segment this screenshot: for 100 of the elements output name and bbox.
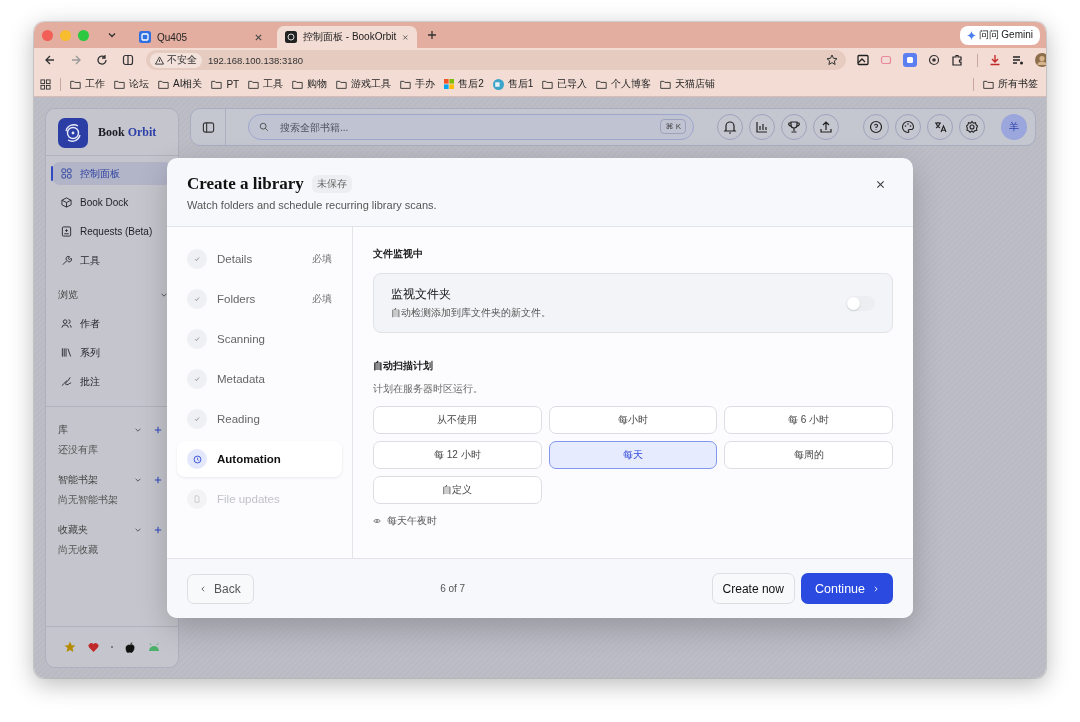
- chevron-down-icon[interactable]: [160, 291, 168, 299]
- apple-icon[interactable]: [125, 641, 136, 653]
- close-icon[interactable]: [254, 32, 263, 42]
- step-item[interactable]: Folders 必填: [177, 281, 342, 317]
- browser-tab[interactable]: 控制面板 - BookOrbit: [277, 26, 417, 48]
- tiles-icon: [444, 79, 455, 89]
- apps-icon[interactable]: [40, 78, 51, 90]
- folder-icon: [158, 79, 169, 89]
- nav-item[interactable]: Requests (Beta): [52, 220, 172, 243]
- puzzle-icon[interactable]: [951, 54, 963, 66]
- nav-item[interactable]: 工具: [52, 249, 172, 272]
- back-button[interactable]: Back: [187, 573, 254, 604]
- back-icon[interactable]: [44, 54, 56, 66]
- folder-icon: [596, 79, 608, 89]
- folder-icon: [114, 79, 125, 89]
- extension-icon[interactable]: [928, 54, 940, 66]
- add-icon[interactable]: [154, 476, 162, 484]
- bookmark[interactable]: PT: [211, 78, 240, 90]
- step-item[interactable]: Details 必填: [177, 241, 342, 277]
- add-icon[interactable]: [154, 526, 162, 534]
- status-badge: 未保存: [311, 175, 352, 193]
- section-title: 浏览: [58, 288, 78, 302]
- bookmark[interactable]: 售后2: [444, 77, 484, 91]
- reload-icon[interactable]: [96, 54, 108, 66]
- upload-icon[interactable]: [813, 114, 839, 140]
- all-bookmarks[interactable]: 所有书签: [983, 77, 1038, 91]
- bar-chart-icon[interactable]: [749, 114, 775, 140]
- schedule-option[interactable]: 每小时: [548, 406, 718, 434]
- schedule-option[interactable]: 从不使用: [373, 406, 542, 434]
- bookmark[interactable]: 已导入: [542, 77, 588, 91]
- bookmark[interactable]: 游戏工具: [336, 77, 392, 91]
- dialog-title: Create a library: [187, 174, 304, 194]
- schedule-option[interactable]: 自定义: [373, 476, 542, 504]
- bookmark[interactable]: 手办: [400, 77, 436, 91]
- translate-icon[interactable]: [927, 114, 953, 140]
- bookmark[interactable]: 工具: [248, 77, 284, 91]
- schedule-option[interactable]: 每 6 小时: [724, 406, 893, 434]
- url-text: 192.168.100.138:3180: [208, 54, 304, 66]
- section-title: 收藏夹: [58, 523, 88, 537]
- settings-icon[interactable]: [959, 114, 985, 140]
- folder-icon: [248, 79, 260, 89]
- heart-icon[interactable]: [88, 641, 99, 653]
- brand-name: Book Orbit: [98, 125, 157, 140]
- download-icon[interactable]: [989, 54, 1001, 66]
- wrench-icon: [61, 255, 72, 266]
- nav-item[interactable]: 系列: [52, 341, 172, 364]
- schedule-option[interactable]: 每 12 小时: [373, 441, 542, 469]
- split-view-icon[interactable]: [122, 54, 134, 66]
- media-icon[interactable]: [1012, 54, 1024, 66]
- hint-text: 计划在服务器时区运行。: [373, 382, 484, 396]
- help-icon[interactable]: [863, 114, 889, 140]
- bookmark[interactable]: 工作: [70, 77, 105, 91]
- site-icon: [285, 31, 297, 43]
- step-item[interactable]: Metadata: [177, 361, 342, 397]
- nav-item[interactable]: 作者: [52, 312, 172, 335]
- security-chip[interactable]: 不安全: [150, 52, 202, 68]
- image-icon[interactable]: [857, 54, 869, 66]
- bookmark[interactable]: 购物: [292, 77, 328, 91]
- chevron-right-icon: [873, 585, 879, 592]
- trophy-icon[interactable]: [781, 114, 807, 140]
- close-icon[interactable]: [876, 179, 885, 189]
- chevron-left-icon: [200, 585, 206, 592]
- bell-icon[interactable]: [717, 114, 743, 140]
- chevron-down-icon[interactable]: [134, 476, 142, 484]
- globe-icon: [492, 78, 504, 90]
- nav-item[interactable]: 批注: [52, 370, 172, 393]
- user-avatar[interactable]: 羊: [1001, 114, 1027, 140]
- step-item[interactable]: Scanning: [177, 321, 342, 357]
- schedule-option[interactable]: 每天: [548, 441, 718, 469]
- star-icon[interactable]: [64, 641, 76, 653]
- nav-item[interactable]: Book Dock: [52, 191, 172, 214]
- new-tab-icon[interactable]: [427, 30, 437, 40]
- chevron-down-icon[interactable]: [134, 526, 142, 534]
- bookmark[interactable]: 售后1: [492, 77, 534, 91]
- create-now-button[interactable]: Create now: [711, 573, 795, 604]
- star-icon[interactable]: [826, 54, 838, 66]
- step-item[interactable]: Reading: [177, 401, 342, 437]
- bookmark[interactable]: 天猫店铺: [660, 77, 716, 91]
- step-item[interactable]: Automation: [177, 441, 342, 477]
- add-icon[interactable]: [154, 426, 162, 434]
- schedule-option[interactable]: 每周的: [724, 441, 893, 469]
- site-icon: [139, 31, 151, 43]
- toggle-switch[interactable]: [846, 295, 875, 311]
- folder-icon: [292, 79, 304, 89]
- bookmark[interactable]: AI相关: [158, 77, 203, 91]
- sidebar-toggle-icon[interactable]: [202, 120, 215, 134]
- folder-icon: [660, 79, 672, 89]
- address-bar[interactable]: 不安全 192.168.100.138:3180: [146, 50, 846, 70]
- browser-tab[interactable]: Qu405: [131, 26, 271, 48]
- setting-title: 监视文件夹: [391, 286, 452, 302]
- palette-icon[interactable]: [895, 114, 921, 140]
- avatar-icon[interactable]: [1035, 53, 1046, 67]
- folder-icon: [542, 79, 554, 89]
- chevron-down-icon[interactable]: [107, 30, 117, 40]
- section-title: 库: [58, 423, 68, 437]
- bookmark[interactable]: 个人博客: [596, 77, 652, 91]
- bookmark[interactable]: 论坛: [114, 77, 149, 91]
- chevron-down-icon[interactable]: [134, 426, 142, 434]
- continue-button[interactable]: Continue: [800, 573, 893, 604]
- gemini-button[interactable]: 问问 Gemini: [959, 25, 1040, 45]
